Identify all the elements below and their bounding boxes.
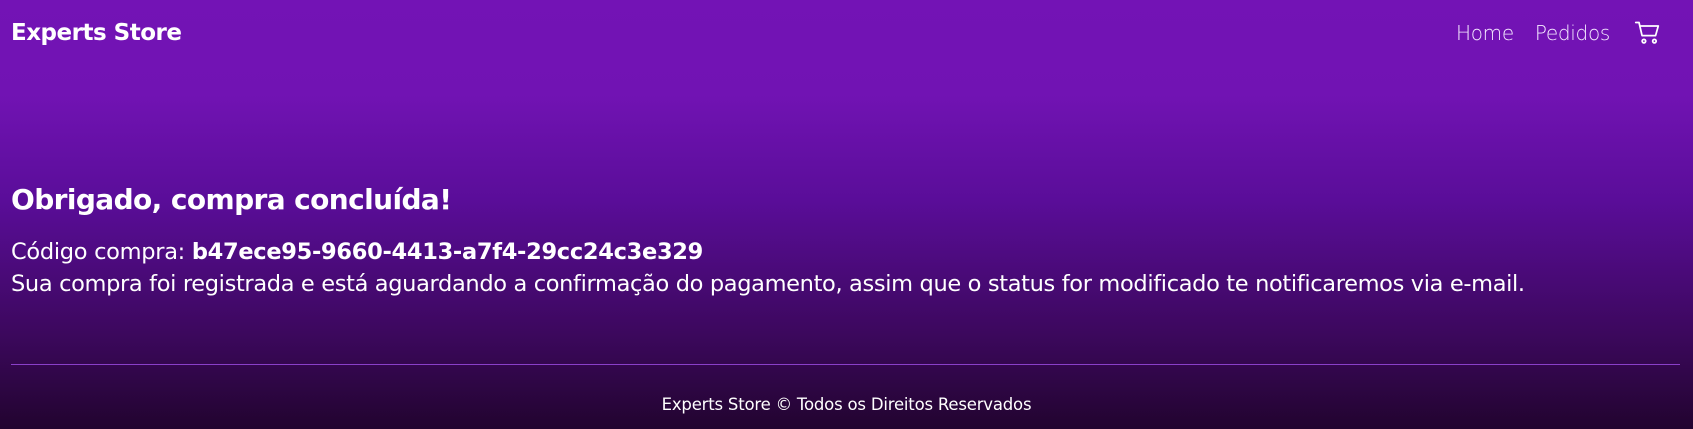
footer-text: Experts Store © Todos os Direitos Reserv… (661, 395, 1032, 414)
brand-link[interactable]: Experts Store (11, 20, 182, 46)
purchase-code-label: Código compra: (11, 239, 192, 265)
purchase-code-line: Código compra: b47ece95-9660-4413-a7f4-2… (11, 236, 1671, 268)
main-content: Obrigado, compra concluída! Código compr… (11, 180, 1671, 300)
navbar: Experts Store Home Pedidos (0, 0, 1693, 70)
confirmation-message: Sua compra foi registrada e está aguarda… (11, 271, 1525, 297)
purchase-code-value: b47ece95-9660-4413-a7f4-29cc24c3e329 (191, 239, 704, 265)
cart-button[interactable] (1633, 18, 1663, 48)
cart-icon (1634, 21, 1660, 44)
nav-link-home[interactable]: Home (1456, 21, 1514, 45)
footer: Experts Store © Todos os Direitos Reserv… (0, 394, 1693, 416)
nav-link-pedidos[interactable]: Pedidos (1535, 21, 1610, 45)
page-title: Obrigado, compra concluída! (11, 183, 452, 216)
nav-links: Home Pedidos (1456, 18, 1663, 48)
footer-divider (11, 364, 1680, 365)
